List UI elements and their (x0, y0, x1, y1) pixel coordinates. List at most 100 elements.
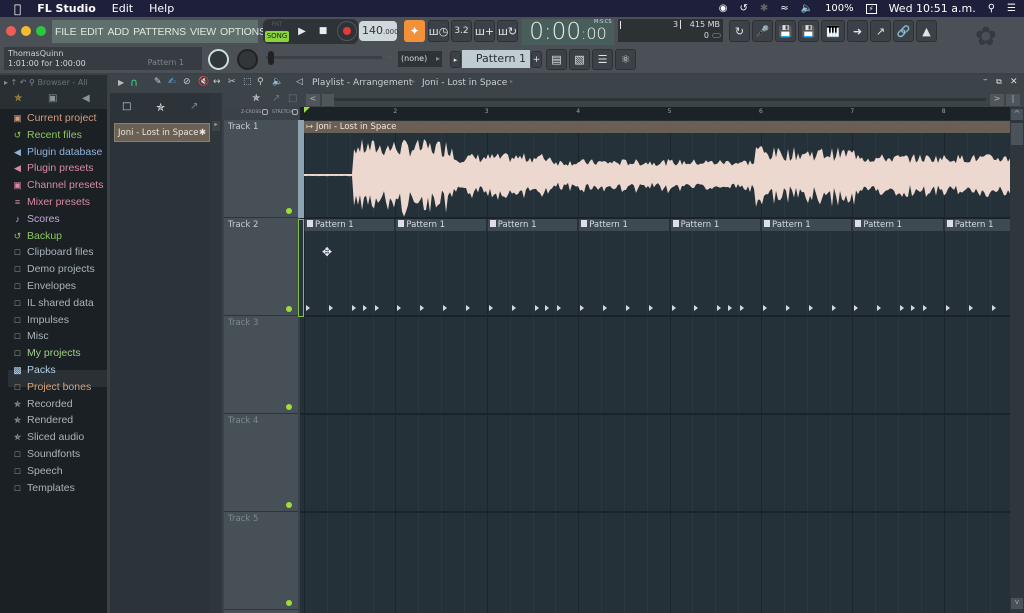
menu-file[interactable]: FILE (55, 26, 77, 38)
vertical-scrollbar[interactable]: ^ v (1010, 107, 1024, 613)
time-machine-icon[interactable]: ↺ (739, 3, 747, 14)
automation-clips-icon[interactable]: ↗ (272, 93, 280, 104)
browser-item[interactable]: □ Envelopes (12, 278, 107, 295)
menu-edit-fl[interactable]: EDIT (80, 26, 103, 38)
horizontal-scrollbar[interactable] (322, 98, 986, 101)
save-button[interactable]: 💾 (775, 20, 796, 42)
browser-item[interactable]: □ Demo projects (12, 261, 107, 278)
pattern-clip[interactable]: Pattern 1 (669, 219, 760, 231)
slip-tool-icon[interactable]: ↔ (213, 77, 221, 87)
scroll-down-button[interactable]: v (1011, 598, 1023, 609)
browser-item[interactable]: □ My projects (12, 345, 107, 362)
countdown-button[interactable]: 3.2 (451, 20, 472, 42)
record-status-icon[interactable]: ◉ (719, 3, 728, 14)
browser-item[interactable]: ↺ Backup (12, 228, 107, 245)
audio-clip-header[interactable]: ↦ Joni - Lost in Space (304, 121, 1010, 133)
track-header[interactable]: Track 2 (224, 218, 298, 316)
pattern-clips-icon[interactable]: □ (288, 93, 297, 104)
browser-item[interactable]: ≡ Mixer presets (12, 194, 107, 211)
browser-item[interactable]: ▩ Packs (12, 362, 107, 379)
browser-item[interactable]: □ Project bones (12, 379, 107, 396)
bluetooth-icon[interactable]: ✱ (760, 3, 768, 14)
browser-item[interactable]: ↺ Recent files (12, 127, 107, 144)
pattern-prev-button[interactable]: ▸ (450, 51, 461, 68)
pattern-clip[interactable]: Pattern 1 (761, 219, 852, 231)
minimize-playlist-button[interactable]: – (983, 75, 988, 85)
playlist-menu-arrow[interactable]: ▶ (118, 78, 124, 87)
browser-item[interactable]: □ IL shared data (12, 295, 107, 312)
track-name[interactable]: Track 1 (228, 122, 258, 132)
browser-tab-project-icon[interactable]: ▣ (48, 93, 57, 104)
pattern-clip[interactable]: Pattern 1 (304, 219, 395, 231)
pitch-slider-track[interactable] (266, 56, 382, 59)
piano-roll-button[interactable]: ▧ (569, 49, 590, 70)
midi-button[interactable]: ↗ (870, 20, 891, 42)
menu-view[interactable]: VIEW (190, 26, 216, 38)
scroll-up-button[interactable]: ^ (1011, 109, 1023, 120)
zcross-checkbox[interactable] (262, 109, 268, 115)
browser-item[interactable]: ▣ Current project (12, 110, 107, 127)
plugin-manager-button[interactable]: ▲ (916, 20, 937, 42)
stop-button[interactable]: ■ (313, 21, 333, 42)
pitch-slider-handle[interactable] (268, 51, 274, 65)
master-volume-knob[interactable] (208, 49, 229, 70)
playlist-button[interactable]: ▤ (546, 49, 567, 70)
playback-tool-icon[interactable]: 🔈 (272, 77, 283, 87)
menu-options[interactable]: OPTIONS (220, 26, 266, 38)
browser-item[interactable]: ◀ Plugin presets (12, 160, 107, 177)
audio-clip-item[interactable]: Joni - Lost in Space ✱ (114, 123, 210, 142)
scroll-right-button[interactable]: > (990, 94, 1004, 106)
track-header[interactable]: Track 5 (224, 512, 298, 610)
step-edit-button[interactable]: ш+ (474, 20, 495, 42)
zoom-window-button[interactable] (36, 26, 46, 36)
export-button[interactable]: ➜ (847, 20, 868, 42)
pattern-clip[interactable]: Pattern 1 (943, 219, 1010, 231)
notification-center-icon[interactable]: ☰ (1007, 3, 1016, 14)
browser-item[interactable]: □ Misc (12, 328, 107, 345)
menu-add[interactable]: ADD (108, 26, 130, 38)
pattern-clip[interactable]: Pattern 1 (395, 219, 486, 231)
menu-patterns[interactable]: PATTERNS (133, 26, 186, 38)
track-2-selector[interactable] (298, 219, 304, 317)
wait-for-input-button[interactable]: ш◷ (428, 20, 449, 42)
timeline-ruler[interactable]: 2 3 4 5 6 7 8 (300, 107, 1010, 120)
picker-automation-icon[interactable]: ↗ (190, 101, 198, 112)
pattern-clip[interactable]: Pattern 1 (578, 219, 669, 231)
typing-keyboard-button[interactable]: 🎹 (821, 20, 845, 42)
track-enable-led[interactable] (286, 404, 292, 410)
browser-item[interactable]: ✯ Recorded (12, 396, 107, 413)
save-new-version-button[interactable]: 💾 (798, 20, 819, 42)
loop-record-button[interactable]: ш↻ (497, 20, 518, 42)
link-button[interactable]: 🔗 (893, 20, 914, 42)
paint-tool-icon[interactable]: ✍ (168, 77, 176, 87)
track-name[interactable]: Track 3 (228, 318, 258, 328)
track-header[interactable]: Track 1 (224, 120, 298, 218)
slice-tool-icon[interactable]: ✂ (228, 77, 236, 87)
minimize-window-button[interactable] (21, 26, 31, 36)
menu-app-name[interactable]: FL Studio (37, 2, 96, 15)
playlist-breadcrumb[interactable]: Joni - Lost in Space (422, 78, 507, 88)
track-enable-led[interactable] (286, 502, 292, 508)
add-pattern-button[interactable]: + (531, 51, 542, 68)
browser-item[interactable]: ▣ Channel presets (12, 177, 107, 194)
menubar-clock[interactable]: Wed 10:51 a.m. (889, 2, 976, 15)
track-header[interactable]: Track 4 (224, 414, 298, 512)
channel-rack-button[interactable]: ☰ (592, 49, 613, 70)
track-name[interactable]: Track 2 (228, 220, 258, 230)
snap-selector[interactable]: (none) ▸ (398, 51, 442, 67)
pat-mode-button[interactable]: PAT (265, 21, 289, 31)
track-enable-led[interactable] (286, 600, 292, 606)
track-header[interactable]: Track 3 (224, 316, 298, 414)
restore-playlist-button[interactable]: ⧉ (996, 77, 1002, 87)
record-button[interactable] (337, 21, 357, 41)
audio-waveform[interactable] (304, 133, 1010, 217)
picker-patterns-icon[interactable]: □ (122, 101, 131, 112)
pattern-selector[interactable]: Pattern 1 (462, 50, 530, 68)
delete-tool-icon[interactable]: ⊘ (183, 77, 191, 87)
picker-audio-icon[interactable]: ✯ (156, 101, 165, 114)
volume-icon[interactable]: 🔈 (801, 3, 813, 14)
track-enable-led[interactable] (286, 306, 292, 312)
pattern-clip[interactable]: Pattern 1 (486, 219, 578, 231)
close-playlist-button[interactable]: ✕ (1010, 77, 1018, 87)
browser-title[interactable]: Browser - All (37, 78, 87, 87)
